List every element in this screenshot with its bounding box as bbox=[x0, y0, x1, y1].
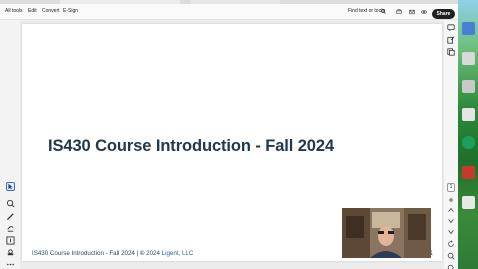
desktop-app-icon[interactable] bbox=[462, 166, 475, 179]
share-button[interactable]: Share bbox=[432, 9, 455, 19]
link-icon[interactable] bbox=[421, 9, 427, 15]
zoom-in-icon[interactable] bbox=[447, 252, 455, 260]
desktop-app-icon[interactable] bbox=[462, 136, 475, 149]
zoom-out-icon[interactable] bbox=[447, 264, 455, 269]
search-icon[interactable] bbox=[381, 9, 386, 14]
page-options-icon[interactable] bbox=[447, 196, 455, 204]
slide-footer: IS430 Course Introduction - Fall 2024 | … bbox=[32, 250, 193, 257]
desktop-folder-icon[interactable] bbox=[462, 22, 475, 35]
menu-all-tools[interactable]: All tools bbox=[5, 8, 23, 14]
eraser-tool[interactable] bbox=[6, 220, 15, 232]
find-text-or-tools[interactable]: Find text or tools bbox=[348, 8, 385, 14]
footer-year: 2024 bbox=[144, 250, 162, 257]
comment-icon[interactable] bbox=[447, 24, 455, 32]
menu-edit[interactable]: Edit bbox=[28, 8, 37, 14]
export-icon[interactable] bbox=[447, 36, 455, 44]
desktop-file-icon[interactable] bbox=[462, 52, 475, 65]
footer-company-link[interactable]: Ligent, LLC bbox=[162, 250, 194, 257]
desktop-file-icon[interactable] bbox=[462, 80, 475, 93]
zoom-search-icon bbox=[6, 199, 15, 208]
left-tool-rail bbox=[0, 20, 20, 269]
slide-title: IS430 Course Introduction - Fall 2024 bbox=[48, 137, 335, 155]
more-tools[interactable] bbox=[6, 256, 15, 266]
footer-text: IS430 Course Introduction - Fall 2024 | bbox=[32, 250, 140, 257]
cursor-tool[interactable] bbox=[6, 182, 15, 191]
pen-tool[interactable] bbox=[6, 208, 15, 221]
acrobat-window: All tools Edit Convert E-Sign Find text … bbox=[0, 0, 458, 269]
webcam-overlay bbox=[342, 208, 431, 258]
cursor-icon bbox=[8, 183, 13, 190]
desktop-file-icon[interactable] bbox=[462, 196, 475, 209]
print-icon[interactable] bbox=[396, 9, 402, 15]
menu-bar: All tools Edit Convert E-Sign Find text … bbox=[0, 4, 458, 20]
document-viewport[interactable]: IS430 Course Introduction - Fall 2024 IS… bbox=[20, 20, 444, 269]
text-select-tool[interactable] bbox=[6, 232, 15, 245]
zoom-tool[interactable] bbox=[6, 195, 15, 208]
desktop-background bbox=[458, 0, 478, 269]
more-icon bbox=[6, 263, 15, 266]
stamp-tool[interactable] bbox=[6, 244, 15, 256]
desktop-file-icon[interactable] bbox=[462, 108, 475, 121]
menu-e-sign[interactable]: E-Sign bbox=[63, 8, 78, 14]
pdf-page: IS430 Course Introduction - Fall 2024 IS… bbox=[22, 24, 442, 261]
page-number-box[interactable]: 1 bbox=[447, 183, 455, 192]
menu-convert[interactable]: Convert bbox=[42, 8, 60, 14]
right-control-rail: 1 bbox=[444, 20, 458, 269]
scroll-down-icon[interactable] bbox=[447, 228, 455, 236]
scroll-down-icon[interactable] bbox=[447, 217, 455, 225]
webcam-presenter-image bbox=[342, 208, 431, 258]
mail-icon[interactable] bbox=[409, 9, 415, 15]
scroll-up-icon[interactable] bbox=[447, 206, 455, 214]
refresh-icon[interactable] bbox=[447, 240, 455, 248]
pages-icon[interactable] bbox=[447, 48, 455, 56]
